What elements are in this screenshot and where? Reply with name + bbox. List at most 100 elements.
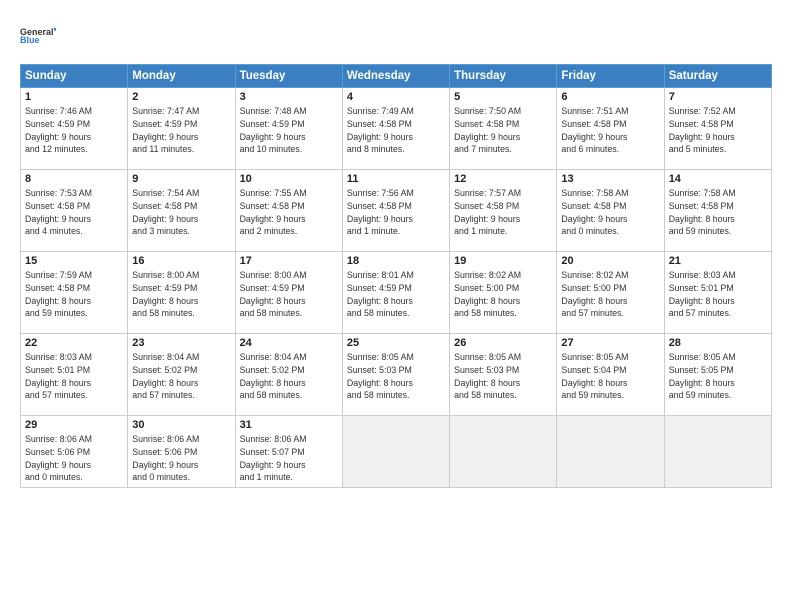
week-row-3: 15Sunrise: 7:59 AM Sunset: 4:58 PM Dayli… (21, 252, 772, 334)
day-number: 13 (561, 173, 659, 185)
calendar-cell: 11 Sunrise: 7:56 AM Sunset: 4:58 PM Dayli… (342, 170, 449, 252)
calendar-cell: 18Sunrise: 8:01 AM Sunset: 4:59 PM Dayli… (342, 252, 449, 334)
day-number: 7 (669, 91, 767, 103)
day-number: 22 (25, 337, 123, 349)
day-number: 24 (240, 337, 338, 349)
calendar-cell: 21 Sunrise: 8:03 AM Sunset: 5:01 PM Dayli… (664, 252, 771, 334)
day-info: Sunrise: 7:47 AM Sunset: 4:59 PM Dayligh… (132, 105, 230, 156)
day-number: 9 (132, 173, 230, 185)
day-number: 6 (561, 91, 659, 103)
calendar-cell: 5Sunrise: 7:50 AM Sunset: 4:58 PM Daylig… (450, 88, 557, 170)
day-info: Sunrise: 7:53 AM Sunset: 4:58 PM Dayligh… (25, 187, 123, 238)
weekday-header-row: SundayMondayTuesdayWednesdayThursdayFrid… (21, 65, 772, 88)
day-info: Sunrise: 8:03 AM Sunset: 5:01 PM Dayligh… (25, 351, 123, 402)
day-number: 28 (669, 337, 767, 349)
calendar-cell: 23 Sunrise: 8:04 AM Sunset: 5:02 PM Dayli… (128, 334, 235, 416)
calendar-table: SundayMondayTuesdayWednesdayThursdayFrid… (20, 64, 772, 488)
day-number: 3 (240, 91, 338, 103)
day-number: 16 (132, 255, 230, 267)
calendar-cell (557, 416, 664, 488)
day-number: 11 (347, 173, 445, 185)
calendar-cell: 31Sunrise: 8:06 AM Sunset: 5:07 PM Dayli… (235, 416, 342, 488)
logo-svg: General Blue (20, 18, 56, 54)
day-info: Sunrise: 7:57 AM Sunset: 4:58 PM Dayligh… (454, 187, 552, 238)
day-info: Sunrise: 7:58 AM Sunset: 4:58 PM Dayligh… (561, 187, 659, 238)
weekday-header-sunday: Sunday (21, 65, 128, 88)
day-info: Sunrise: 8:00 AM Sunset: 4:59 PM Dayligh… (132, 269, 230, 320)
weekday-header-friday: Friday (557, 65, 664, 88)
calendar-cell (450, 416, 557, 488)
day-info: Sunrise: 8:02 AM Sunset: 5:00 PM Dayligh… (454, 269, 552, 320)
calendar-cell: 30 Sunrise: 8:06 AM Sunset: 5:06 PM Dayli… (128, 416, 235, 488)
day-info: Sunrise: 8:00 AM Sunset: 4:59 PM Dayligh… (240, 269, 338, 320)
day-info: Sunrise: 7:52 AM Sunset: 4:58 PM Dayligh… (669, 105, 767, 156)
calendar-cell: 26 Sunrise: 8:05 AM Sunset: 5:03 PM Dayli… (450, 334, 557, 416)
calendar-cell: 19Sunrise: 8:02 AM Sunset: 5:00 PM Dayli… (450, 252, 557, 334)
day-number: 10 (240, 173, 338, 185)
day-info: Sunrise: 8:02 AM Sunset: 5:00 PM Dayligh… (561, 269, 659, 320)
calendar-cell: 24 Sunrise: 8:04 AM Sunset: 5:02 PM Dayli… (235, 334, 342, 416)
day-info: Sunrise: 8:03 AM Sunset: 5:01 PM Dayligh… (669, 269, 767, 320)
calendar-cell: 25 Sunrise: 8:05 AM Sunset: 5:03 PM Dayli… (342, 334, 449, 416)
weekday-header-thursday: Thursday (450, 65, 557, 88)
calendar-cell: 20 Sunrise: 8:02 AM Sunset: 5:00 PM Dayli… (557, 252, 664, 334)
day-info: Sunrise: 8:05 AM Sunset: 5:03 PM Dayligh… (347, 351, 445, 402)
day-number: 12 (454, 173, 552, 185)
day-info: Sunrise: 7:56 AM Sunset: 4:58 PM Dayligh… (347, 187, 445, 238)
calendar-cell: 27Sunrise: 8:05 AM Sunset: 5:04 PM Dayli… (557, 334, 664, 416)
calendar-cell: 28 Sunrise: 8:05 AM Sunset: 5:05 PM Dayli… (664, 334, 771, 416)
day-number: 20 (561, 255, 659, 267)
day-info: Sunrise: 7:58 AM Sunset: 4:58 PM Dayligh… (669, 187, 767, 238)
weekday-header-monday: Monday (128, 65, 235, 88)
day-number: 25 (347, 337, 445, 349)
weekday-header-wednesday: Wednesday (342, 65, 449, 88)
calendar-cell: 7 Sunrise: 7:52 AM Sunset: 4:58 PM Daylig… (664, 88, 771, 170)
calendar-cell: 16 Sunrise: 8:00 AM Sunset: 4:59 PM Dayli… (128, 252, 235, 334)
day-info: Sunrise: 7:59 AM Sunset: 4:58 PM Dayligh… (25, 269, 123, 320)
week-row-2: 8 Sunrise: 7:53 AM Sunset: 4:58 PM Daylig… (21, 170, 772, 252)
day-info: Sunrise: 8:06 AM Sunset: 5:07 PM Dayligh… (240, 433, 338, 484)
day-info: Sunrise: 8:04 AM Sunset: 5:02 PM Dayligh… (132, 351, 230, 402)
day-number: 26 (454, 337, 552, 349)
calendar-cell (664, 416, 771, 488)
day-info: Sunrise: 8:05 AM Sunset: 5:05 PM Dayligh… (669, 351, 767, 402)
day-info: Sunrise: 8:01 AM Sunset: 4:59 PM Dayligh… (347, 269, 445, 320)
day-number: 23 (132, 337, 230, 349)
svg-text:Blue: Blue (20, 35, 40, 45)
day-info: Sunrise: 7:49 AM Sunset: 4:58 PM Dayligh… (347, 105, 445, 156)
day-info: Sunrise: 7:46 AM Sunset: 4:59 PM Dayligh… (25, 105, 123, 156)
week-row-1: 1 Sunrise: 7:46 AM Sunset: 4:59 PM Daylig… (21, 88, 772, 170)
calendar-cell: 12 Sunrise: 7:57 AM Sunset: 4:58 PM Dayli… (450, 170, 557, 252)
day-info: Sunrise: 8:06 AM Sunset: 5:06 PM Dayligh… (25, 433, 123, 484)
week-row-4: 22 Sunrise: 8:03 AM Sunset: 5:01 PM Dayli… (21, 334, 772, 416)
calendar-cell: 13 Sunrise: 7:58 AM Sunset: 4:58 PM Dayli… (557, 170, 664, 252)
calendar-body: 1 Sunrise: 7:46 AM Sunset: 4:59 PM Daylig… (21, 88, 772, 488)
day-number: 29 (25, 419, 123, 431)
calendar-cell: 17Sunrise: 8:00 AM Sunset: 4:59 PM Dayli… (235, 252, 342, 334)
page: General Blue SundayMondayTuesdayWednesda… (0, 0, 792, 612)
day-info: Sunrise: 8:06 AM Sunset: 5:06 PM Dayligh… (132, 433, 230, 484)
day-number: 21 (669, 255, 767, 267)
day-info: Sunrise: 7:54 AM Sunset: 4:58 PM Dayligh… (132, 187, 230, 238)
week-row-5: 29 Sunrise: 8:06 AM Sunset: 5:06 PM Dayli… (21, 416, 772, 488)
day-number: 8 (25, 173, 123, 185)
day-info: Sunrise: 8:04 AM Sunset: 5:02 PM Dayligh… (240, 351, 338, 402)
day-number: 1 (25, 91, 123, 103)
calendar-cell: 8 Sunrise: 7:53 AM Sunset: 4:58 PM Daylig… (21, 170, 128, 252)
day-number: 4 (347, 91, 445, 103)
calendar-cell: 1 Sunrise: 7:46 AM Sunset: 4:59 PM Daylig… (21, 88, 128, 170)
day-info: Sunrise: 8:05 AM Sunset: 5:03 PM Dayligh… (454, 351, 552, 402)
weekday-header-saturday: Saturday (664, 65, 771, 88)
calendar-cell: 6Sunrise: 7:51 AM Sunset: 4:58 PM Daylig… (557, 88, 664, 170)
calendar-cell: 4 Sunrise: 7:49 AM Sunset: 4:58 PM Daylig… (342, 88, 449, 170)
calendar-cell: 10Sunrise: 7:55 AM Sunset: 4:58 PM Dayli… (235, 170, 342, 252)
day-info: Sunrise: 8:05 AM Sunset: 5:04 PM Dayligh… (561, 351, 659, 402)
day-number: 14 (669, 173, 767, 185)
day-info: Sunrise: 7:48 AM Sunset: 4:59 PM Dayligh… (240, 105, 338, 156)
day-number: 30 (132, 419, 230, 431)
calendar-cell: 29 Sunrise: 8:06 AM Sunset: 5:06 PM Dayli… (21, 416, 128, 488)
calendar-cell: 14 Sunrise: 7:58 AM Sunset: 4:58 PM Dayli… (664, 170, 771, 252)
calendar-cell: 9 Sunrise: 7:54 AM Sunset: 4:58 PM Daylig… (128, 170, 235, 252)
calendar-cell: 3 Sunrise: 7:48 AM Sunset: 4:59 PM Daylig… (235, 88, 342, 170)
calendar-cell: 2Sunrise: 7:47 AM Sunset: 4:59 PM Daylig… (128, 88, 235, 170)
